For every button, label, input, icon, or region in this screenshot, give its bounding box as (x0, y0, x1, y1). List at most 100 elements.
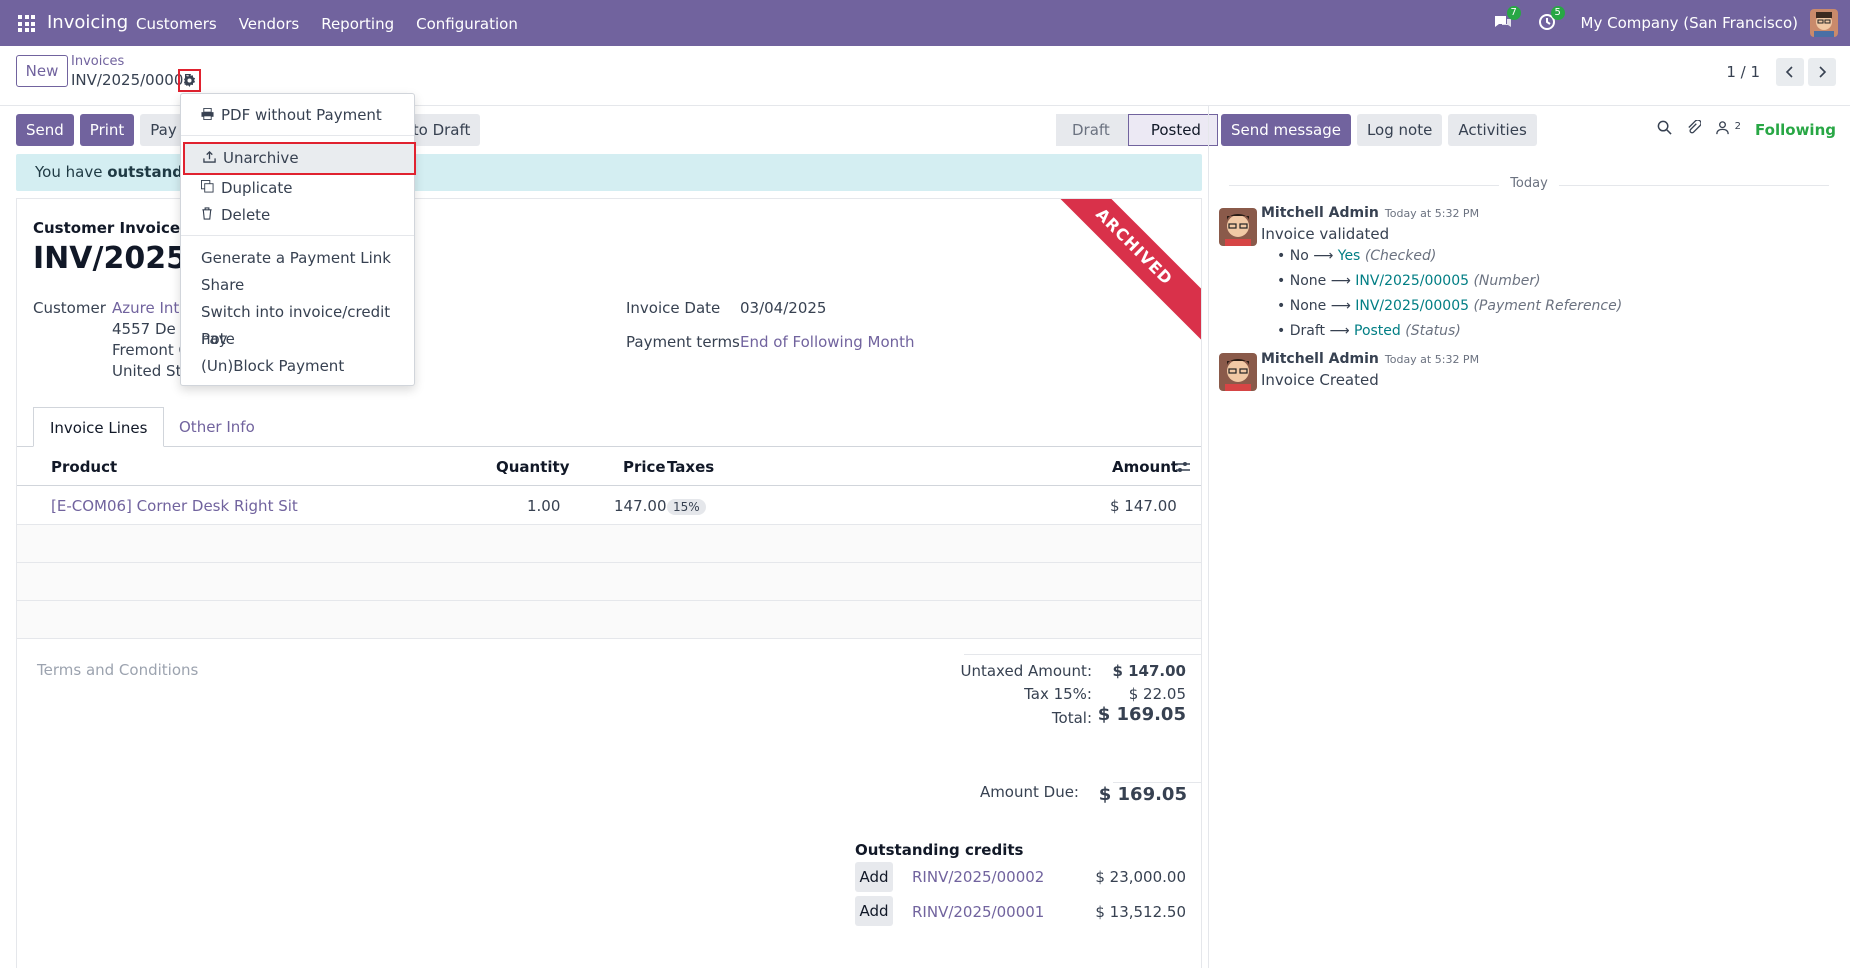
totals-divider (964, 654, 1201, 655)
avatar[interactable] (1219, 208, 1257, 246)
chat-badge: 7 (1506, 6, 1521, 20)
avatar[interactable] (1219, 353, 1257, 391)
menu-item-unarchive[interactable]: Unarchive (183, 142, 416, 175)
print-button[interactable]: Print (79, 114, 135, 146)
column-settings-icon[interactable] (1175, 448, 1191, 488)
menu-item-pdf-without-payment[interactable]: PDF without Payment (181, 102, 414, 129)
col-product[interactable]: Product (51, 448, 117, 486)
followers-count: 2 (1734, 121, 1742, 132)
following-button[interactable]: Following (1755, 121, 1836, 139)
form-tabs: Invoice Lines Other Info (17, 407, 1201, 447)
status-posted[interactable]: Posted (1127, 114, 1218, 146)
pager-next-icon[interactable] (1808, 58, 1836, 86)
menu-item-switch-credit-note[interactable]: Switch into invoice/credit note (181, 299, 414, 348)
followers-icon[interactable]: 2 (1715, 120, 1741, 139)
line-quantity[interactable]: 1.00 (527, 487, 560, 525)
add-credit-button[interactable]: Add (855, 896, 893, 926)
empty-row (17, 563, 1201, 601)
tab-other-info[interactable]: Other Info (163, 407, 271, 447)
breadcrumb-current: INV/2025/00005 (71, 71, 193, 89)
tab-invoice-lines[interactable]: Invoice Lines (33, 407, 165, 447)
new-button[interactable]: New (16, 55, 68, 87)
col-quantity[interactable]: Quantity (496, 448, 570, 486)
payment-terms-label: Payment terms (626, 333, 740, 351)
menu-item-duplicate[interactable]: Duplicate (181, 175, 414, 202)
tracking-item: • None ⟶ INV/2025/00005 (Number) (1277, 273, 1541, 289)
message-body: Invoice Created (1261, 371, 1379, 389)
lines-header: Product Quantity Price Taxes Amount (17, 448, 1201, 488)
customer-address-line2: Fremont C (112, 341, 190, 359)
gear-icon[interactable] (178, 69, 201, 92)
menu-item-delete[interactable]: Delete (181, 202, 414, 229)
pager-value[interactable]: 1 / 1 (1726, 63, 1760, 81)
chatter-panel: Send message Log note Activities 2 Follo… (1208, 106, 1850, 968)
amount-due-value: $ 169.05 (1098, 784, 1187, 805)
col-price[interactable]: Price (623, 448, 666, 486)
tracking-item: • None ⟶ INV/2025/00005 (Payment Referen… (1277, 298, 1623, 314)
add-credit-button[interactable]: Add (855, 862, 893, 892)
menu-configuration[interactable]: Configuration (416, 15, 518, 33)
tracking-item: • No ⟶ Yes (Checked) (1277, 248, 1437, 264)
printer-icon (201, 102, 217, 129)
total-value: $ 169.05 (1097, 704, 1186, 725)
menu-item-pay[interactable]: Pay (181, 326, 414, 353)
menu-item-payment-link[interactable]: Generate a Payment Link (181, 245, 414, 272)
alert-prefix: You have (35, 163, 108, 181)
status-draft[interactable]: Draft (1056, 114, 1128, 146)
payment-terms-value[interactable]: End of Following Month (740, 333, 915, 351)
untaxed-value: $ 147.00 (1112, 662, 1186, 680)
search-icon[interactable] (1657, 120, 1672, 139)
message-author[interactable]: Mitchell Admin Today at 5:32 PM (1261, 205, 1479, 221)
message-body: Invoice validated (1261, 225, 1390, 243)
invoice-date-value[interactable]: 03/04/2025 (740, 299, 826, 317)
activity-clock-icon[interactable]: 5 (1537, 6, 1565, 34)
message-author[interactable]: Mitchell Admin Today at 5:32 PM (1261, 351, 1479, 367)
menu-customers[interactable]: Customers (136, 15, 217, 33)
menu-item-share[interactable]: Share (181, 272, 414, 299)
terms-conditions-field[interactable]: Terms and Conditions (37, 661, 198, 679)
copy-icon (201, 175, 217, 202)
send-button[interactable]: Send (16, 114, 74, 146)
menu-vendors[interactable]: Vendors (239, 15, 300, 33)
amount-due-label: Amount Due: (979, 783, 1079, 801)
send-message-button[interactable]: Send message (1221, 114, 1351, 146)
untaxed-label: Untaxed Amount: (960, 662, 1093, 680)
pager-previous-icon[interactable] (1776, 58, 1804, 86)
menu-reporting[interactable]: Reporting (321, 15, 394, 33)
col-amount[interactable]: Amount (1112, 448, 1178, 486)
empty-row (17, 601, 1201, 639)
status-bar: Draft Posted (1056, 114, 1218, 146)
company-switcher[interactable]: My Company (San Francisco) (1581, 14, 1798, 32)
col-taxes[interactable]: Taxes (667, 448, 714, 486)
breadcrumb-invoices[interactable]: Invoices (71, 54, 124, 69)
line-price[interactable]: 147.00 (614, 487, 667, 525)
main-menu: Customers Vendors Reporting Configuratio… (136, 15, 518, 33)
customer-address-line3: United Sta (112, 362, 191, 380)
credit-ref[interactable]: RINV/2025/00002 (912, 868, 1044, 886)
invoice-type: Customer Invoice (33, 219, 181, 237)
activity-badge: 5 (1550, 6, 1565, 20)
user-avatar[interactable] (1810, 9, 1838, 37)
gear-dropdown-menu: PDF without Payment Unarchive Duplicate … (180, 93, 416, 386)
line-amount: $ 147.00 (1110, 497, 1177, 515)
outstanding-credits-title: Outstanding credits (855, 841, 1024, 859)
line-product[interactable]: [E-COM06] Corner Desk Right Sit (51, 487, 298, 525)
log-note-button[interactable]: Log note (1356, 114, 1443, 146)
archived-ribbon: ARCHIVED (1039, 199, 1201, 342)
chat-icon[interactable]: 7 (1493, 6, 1521, 34)
credit-ref[interactable]: RINV/2025/00001 (912, 903, 1044, 921)
tracking-item: • Draft ⟶ Posted (Status) (1277, 323, 1461, 339)
invoice-date-label: Invoice Date (626, 299, 721, 317)
upload-icon (203, 144, 219, 173)
customer-label: Customer (33, 299, 106, 317)
paperclip-icon[interactable] (1686, 119, 1702, 139)
credit-amount: $ 23,000.00 (1095, 868, 1186, 886)
apps-menu-icon[interactable] (18, 15, 35, 32)
date-separator: Today (1229, 176, 1829, 191)
activities-button[interactable]: Activities (1448, 114, 1537, 146)
top-navbar: Invoicing Customers Vendors Reporting Co… (0, 0, 1850, 46)
app-name[interactable]: Invoicing (47, 12, 128, 33)
menu-item-block-payment[interactable]: (Un)Block Payment (181, 353, 414, 380)
tax-value: $ 22.05 (1128, 685, 1186, 703)
table-row[interactable]: [E-COM06] Corner Desk Right Sit 1.00 147… (17, 487, 1201, 525)
